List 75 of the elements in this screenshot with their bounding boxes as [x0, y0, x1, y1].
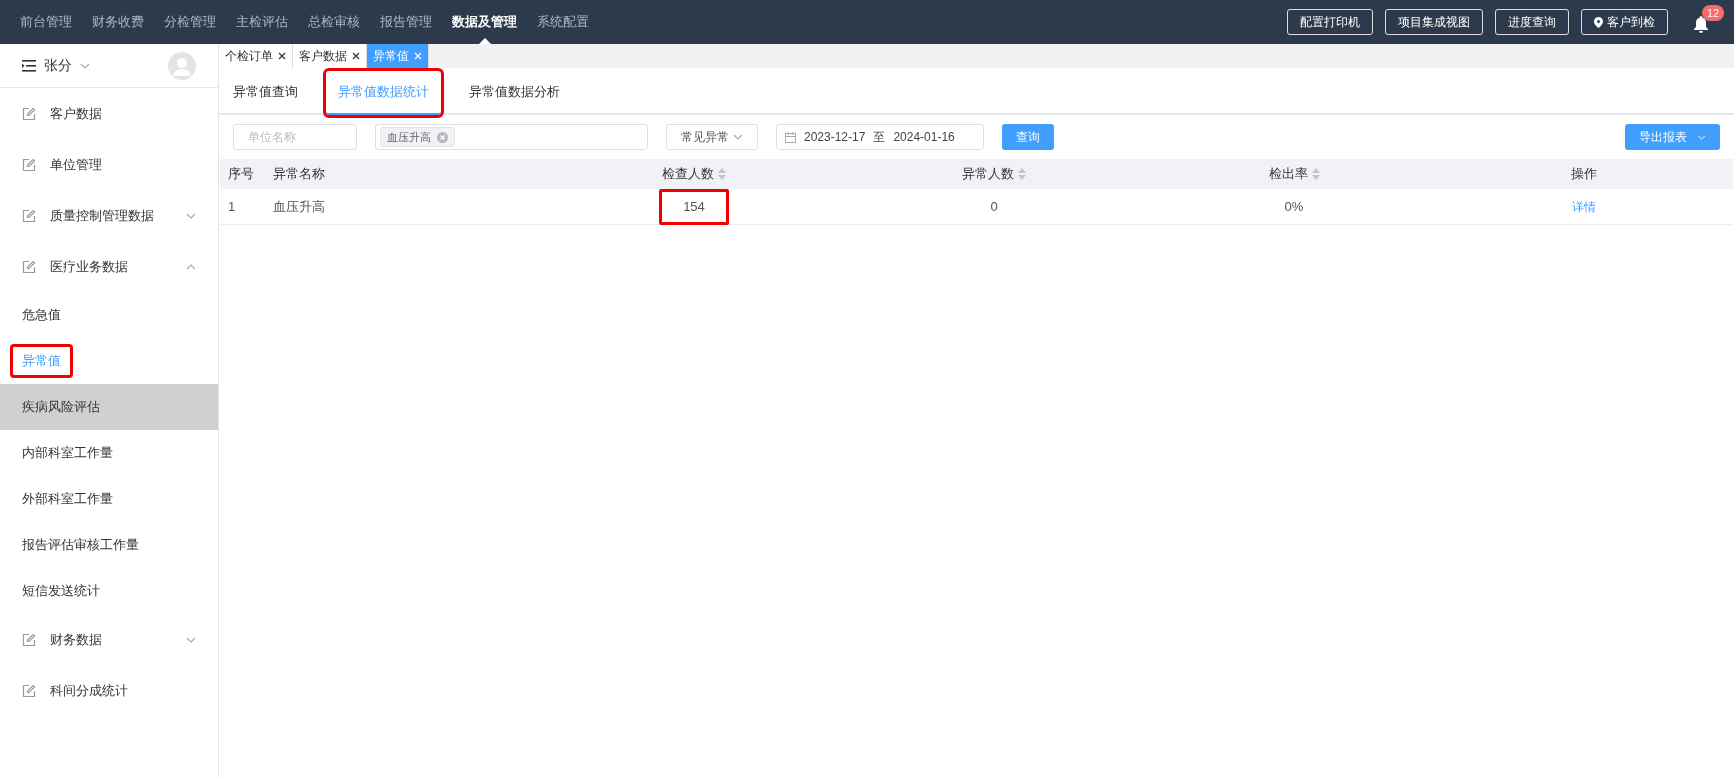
pin-icon: [1594, 16, 1603, 28]
nav-tab[interactable]: 总检审核: [308, 0, 360, 44]
page-tab[interactable]: 客户数据: [293, 44, 367, 68]
sidebar-item-label: 医疗业务数据: [50, 257, 128, 276]
sidebar-item[interactable]: 科间分成统计: [0, 665, 218, 716]
sidebar-item[interactable]: 客户数据: [0, 88, 218, 139]
chevron-down-icon: [186, 636, 196, 643]
column-header[interactable]: 检查人数: [662, 164, 714, 184]
chevron-down-icon: [80, 62, 90, 69]
sidebar-item-label: 客户数据: [50, 104, 102, 123]
date-range-field[interactable]: 2023-12-17 至 2024-01-16: [776, 124, 984, 150]
remove-tag-icon[interactable]: [437, 131, 448, 143]
header-button[interactable]: 客户到检: [1581, 9, 1668, 35]
column-header: 异常名称: [273, 165, 325, 184]
sidebar-item-label: 财务数据: [50, 630, 102, 649]
column-header[interactable]: 异常人数: [962, 164, 1014, 184]
sidebar-subitem[interactable]: 内部科室工作量: [10, 436, 125, 470]
bell-icon[interactable]: [1692, 15, 1710, 33]
tag-chip: 血压升高: [380, 127, 455, 147]
page-tab[interactable]: 个检订单: [219, 44, 293, 68]
user-name[interactable]: 张分: [44, 55, 72, 76]
unit-name-field[interactable]: 单位名称: [233, 124, 357, 150]
sidebar-item[interactable]: 财务数据: [0, 614, 218, 665]
sidebar-item-label: 科间分成统计: [50, 681, 128, 700]
sidebar-subitem[interactable]: 报告评估审核工作量: [10, 528, 151, 562]
tag-select-field[interactable]: 血压升高: [375, 124, 648, 150]
nav-tab[interactable]: 财务收费: [92, 0, 144, 44]
menu-icon[interactable]: [22, 59, 36, 72]
table-cell: 154: [659, 189, 729, 225]
edit-icon: [22, 632, 36, 647]
table-cell-text: 0: [990, 198, 998, 216]
edit-icon: [22, 683, 36, 698]
column-header: 序号: [228, 165, 254, 184]
header-button[interactable]: 项目集成视图: [1385, 9, 1483, 35]
sidebar-item[interactable]: 单位管理: [0, 139, 218, 190]
table-cell-text: 0%: [1284, 198, 1304, 216]
edit-icon: [22, 208, 36, 223]
start-date: 2023-12-17: [804, 129, 866, 146]
sidebar-subitem[interactable]: 短信发送统计: [10, 574, 112, 608]
sort-icon[interactable]: [1018, 168, 1026, 180]
end-date: 2024-01-16: [893, 129, 955, 146]
nav-tab[interactable]: 分检管理: [164, 0, 216, 44]
column-header[interactable]: 检出率: [1268, 164, 1308, 184]
close-icon[interactable]: [278, 52, 286, 60]
nav-tab[interactable]: 主检评估: [236, 0, 288, 44]
calendar-icon: [785, 131, 796, 143]
nav-tab[interactable]: 报告管理: [380, 0, 432, 44]
sub-tab[interactable]: 异常值数据分析: [457, 71, 572, 115]
chevron-up-icon: [186, 263, 196, 270]
notification-badge: 12: [1702, 5, 1725, 21]
sidebar-item-label: 单位管理: [50, 155, 102, 174]
edit-icon: [22, 259, 36, 274]
chevron-down-icon: [733, 134, 743, 140]
sidebar-item[interactable]: 医疗业务数据: [0, 241, 218, 292]
sidebar-subitem[interactable]: 危急值: [10, 298, 73, 332]
sub-tab[interactable]: 异常值查询: [221, 71, 310, 115]
header-button[interactable]: 配置打印机: [1287, 9, 1373, 35]
column-header: 操作: [1571, 165, 1597, 184]
table-cell: 血压升高: [273, 199, 325, 214]
sidebar-item-label: 质量控制管理数据: [50, 206, 154, 225]
close-icon[interactable]: [352, 52, 360, 60]
date-separator: 至: [873, 129, 886, 146]
nav-tab[interactable]: 前台管理: [20, 0, 72, 44]
sidebar-subitem[interactable]: 外部科室工作量: [10, 482, 125, 516]
chevron-down-icon: [1697, 134, 1706, 140]
chevron-down-icon: [186, 212, 196, 219]
edit-icon: [22, 157, 36, 172]
sidebar-item[interactable]: 质量控制管理数据: [0, 190, 218, 241]
type-select[interactable]: 常见异常: [666, 124, 758, 150]
sort-icon[interactable]: [1311, 168, 1320, 180]
nav-tab[interactable]: 系统配置: [537, 0, 589, 44]
sort-icon[interactable]: [718, 168, 726, 180]
table-cell: 1: [228, 199, 236, 214]
header-button[interactable]: 进度查询: [1495, 9, 1569, 35]
edit-icon: [22, 106, 36, 121]
